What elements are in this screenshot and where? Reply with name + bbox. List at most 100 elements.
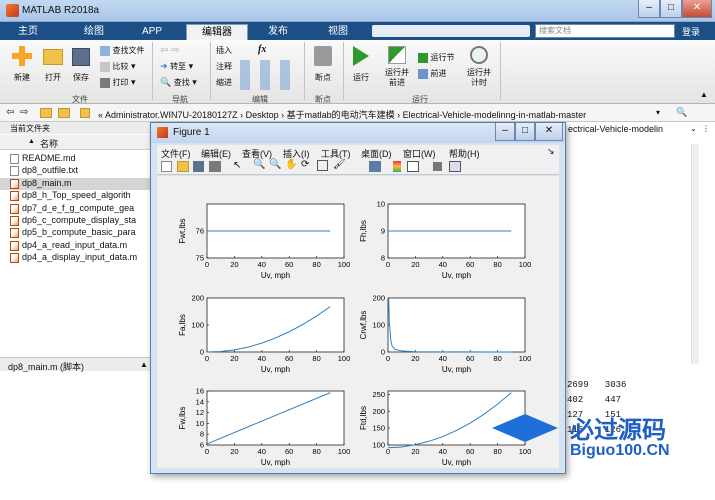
current-path[interactable]: « Administrator.WIN7U-20180127Z › Deskto… <box>98 108 586 121</box>
insert-button[interactable]: 插入 <box>216 45 232 56</box>
tab-editor[interactable]: 编辑器 <box>186 24 248 40</box>
scrollbar[interactable] <box>691 144 699 364</box>
find-files-button[interactable]: 查找文件 <box>100 45 145 57</box>
tab-home[interactable]: 主页 <box>8 24 48 40</box>
tab-apps[interactable]: APP <box>130 24 174 40</box>
y-tick-label: 200 <box>372 407 385 416</box>
file-list-item[interactable]: README.md <box>10 153 76 165</box>
login-link[interactable]: 登录 <box>682 25 700 38</box>
details-expand-icon[interactable]: ▲ <box>140 360 148 369</box>
new-button[interactable]: 新建 <box>8 46 36 86</box>
x-tick-label: 80 <box>312 354 320 363</box>
y-tick-label: 14 <box>196 397 204 406</box>
open-file-icon[interactable] <box>177 161 189 172</box>
edit-icons[interactable] <box>240 60 300 90</box>
fx-button[interactable]: fx <box>258 44 266 55</box>
print-button[interactable]: 打印 ▾ <box>100 77 136 89</box>
menu-dock-icon[interactable]: ↘ <box>547 146 555 157</box>
y-tick-label: 9 <box>381 227 385 236</box>
minimize-button[interactable]: – <box>638 0 660 18</box>
file-list-item[interactable]: dp8_outfile.txt <box>10 165 79 177</box>
search-input[interactable]: 搜索文档 <box>535 24 675 38</box>
file-name: dp6_c_compute_display_sta <box>22 215 137 225</box>
advance-button[interactable]: 前进 <box>418 68 447 79</box>
run-advance-button[interactable]: 运行并前进 <box>380 46 414 88</box>
figure-menu-bar: 文件(F) 编辑(E) 查看(V) 插入(I) 工具(T) 桌面(D) 窗口(W… <box>157 145 559 159</box>
column-header[interactable]: ▲ 名称 <box>0 135 150 150</box>
pan-icon[interactable]: ✋ <box>285 159 297 170</box>
file-list-item[interactable]: dp8_main.m <box>10 177 72 190</box>
y-tick-label: 8 <box>381 254 385 263</box>
fig-close-button[interactable]: ✕ <box>535 123 563 141</box>
indent-button[interactable]: 缩进 <box>216 77 232 88</box>
data-cursor-icon[interactable] <box>317 160 328 171</box>
nav-forward-icon[interactable]: ⇨ <box>20 107 28 118</box>
goto-button[interactable]: ➜ 转至 ▾ <box>160 61 193 72</box>
y-axis-label: Ftd,lbs <box>359 406 368 430</box>
rotate-icon[interactable]: ⟳ <box>301 159 309 170</box>
brush-icon[interactable]: 🖌 <box>333 159 346 170</box>
cmd-row: 2699 3036 <box>567 380 627 390</box>
show-plot-tools-icon[interactable] <box>449 161 461 172</box>
tab-plots[interactable]: 绘图 <box>72 24 116 40</box>
file-list-item[interactable]: dp8_h_Top_speed_algorith <box>10 190 131 202</box>
x-tick-label: 100 <box>338 354 351 363</box>
ribbon-collapse-icon[interactable]: ▲ <box>700 90 708 99</box>
save-figure-icon[interactable] <box>193 161 204 172</box>
colorbar-icon[interactable] <box>393 161 401 172</box>
y-axis-label: Crwf,lbs <box>359 311 368 340</box>
legend-icon[interactable] <box>407 161 419 172</box>
file-list-item[interactable]: dp4_a_display_input_data.m <box>10 252 137 264</box>
file-list-item[interactable]: dp6_c_compute_display_sta <box>10 215 137 227</box>
script-file-icon <box>10 178 19 189</box>
file-name: dp8_outfile.txt <box>22 165 79 176</box>
compare-icon <box>100 61 110 72</box>
file-list-item[interactable]: dp7_d_e_f_g_compute_gea <box>10 203 134 215</box>
quick-access-toolbar[interactable] <box>372 25 530 37</box>
y-tick-label: 16 <box>196 387 204 396</box>
zoom-in-icon[interactable]: 🔍 <box>253 159 265 170</box>
tab-view[interactable]: 视图 <box>316 24 360 40</box>
comment-button[interactable]: 注释 <box>216 61 232 72</box>
new-figure-icon[interactable] <box>161 161 172 172</box>
pointer-icon[interactable]: ↖ <box>233 160 241 171</box>
print-figure-icon[interactable] <box>209 161 221 172</box>
run-time-button[interactable]: 运行并计时 <box>462 46 496 88</box>
y-tick-label: 100 <box>191 321 204 330</box>
editor-pin-icon[interactable]: ⋮ <box>702 124 710 133</box>
path-search-icon[interactable]: 🔍 <box>676 107 687 118</box>
y-axis-label: Fwt,lbs <box>178 218 187 243</box>
compare-button[interactable]: 比较 ▾ <box>100 61 136 73</box>
up-folder-icon[interactable] <box>40 108 52 118</box>
y-axis-label: Fa,lbs <box>178 314 187 336</box>
file-name: dp8_main.m <box>22 177 72 188</box>
maximize-button[interactable]: □ <box>660 0 682 18</box>
file-list-item[interactable]: dp4_a_read_input_data.m <box>10 240 127 252</box>
find-files-icon <box>100 45 110 56</box>
fig-minimize-button[interactable]: – <box>495 123 515 141</box>
back-forward-buttons[interactable]: ⇦ ⇨ <box>160 45 196 57</box>
divider <box>500 42 501 100</box>
browse-folder-icon[interactable] <box>58 108 70 118</box>
y-tick-label: 0 <box>381 348 385 357</box>
open-button[interactable]: 打开 <box>40 46 66 86</box>
editor-collapse-icon[interactable]: ⌄ <box>690 124 697 133</box>
link-icon[interactable] <box>369 161 381 172</box>
y-tick-label: 76 <box>196 227 204 236</box>
fig-maximize-button[interactable]: □ <box>515 123 535 141</box>
run-button[interactable]: 运行 <box>348 46 374 83</box>
file-list-item[interactable]: dp5_b_compute_basic_para <box>10 227 136 239</box>
run-section-button[interactable]: 运行节 <box>418 52 455 63</box>
nav-back-icon[interactable]: ⇦ <box>6 107 14 118</box>
hide-plot-tools-icon[interactable] <box>433 162 442 171</box>
y-tick-label: 100 <box>372 441 385 450</box>
close-button[interactable]: ✕ <box>682 0 712 18</box>
y-tick-label: 10 <box>377 200 385 209</box>
script-file-icon <box>10 203 19 214</box>
zoom-out-icon[interactable]: 🔍 <box>269 159 281 170</box>
tab-publish[interactable]: 发布 <box>256 24 300 40</box>
save-button[interactable]: 保存 <box>68 46 94 86</box>
find-button[interactable]: 🔍 查找 ▾ <box>160 77 197 88</box>
path-dropdown-icon[interactable]: ▾ <box>656 108 660 117</box>
breakpoints-button[interactable]: 断点 <box>310 46 336 83</box>
